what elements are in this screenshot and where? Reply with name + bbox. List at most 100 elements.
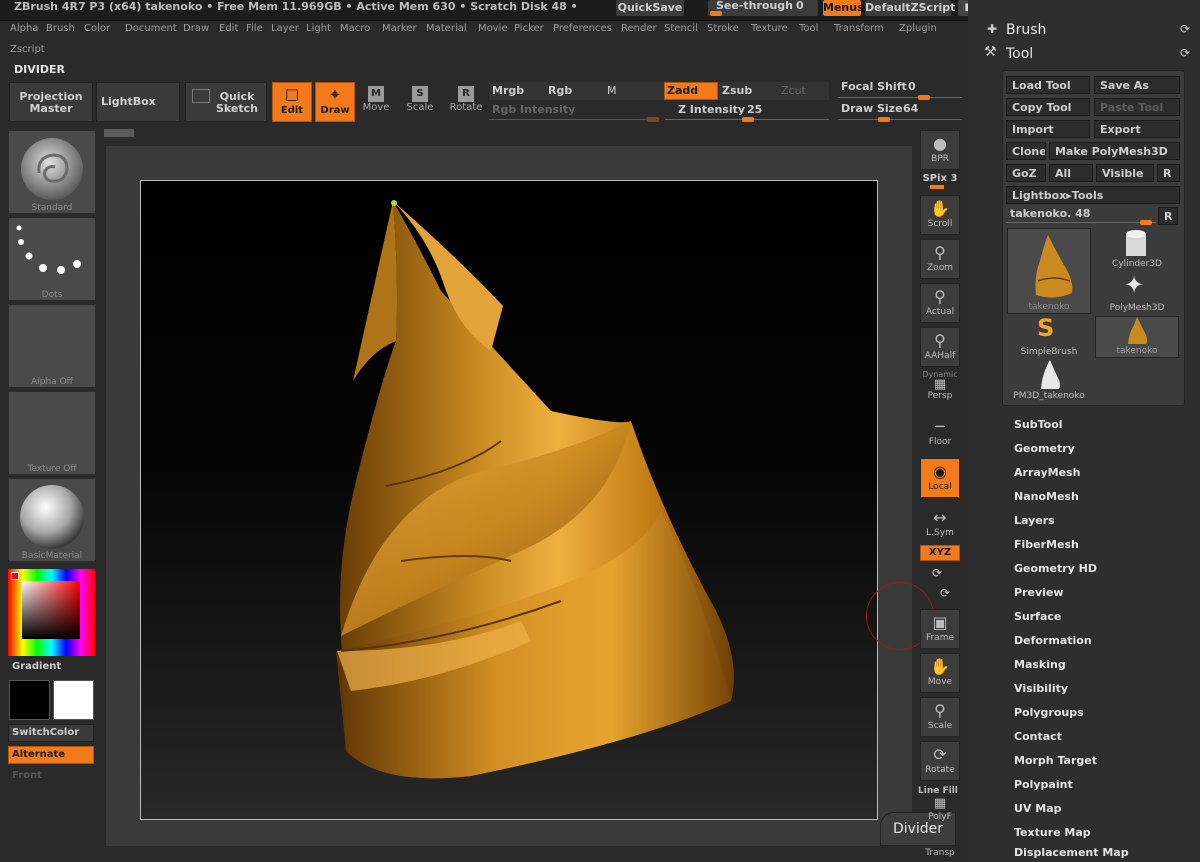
clone-button[interactable]: Clone: [1006, 142, 1046, 160]
gradient-label[interactable]: Gradient: [12, 661, 61, 672]
menu-render[interactable]: Render: [621, 20, 657, 38]
goz-r-button[interactable]: R: [1157, 164, 1180, 182]
submenu-uv-map[interactable]: UV Map: [1014, 802, 1062, 815]
lsym-button[interactable]: ↔ L.Sym: [920, 505, 960, 545]
menu-file[interactable]: File: [246, 20, 263, 38]
material-selector[interactable]: BasicMaterial: [8, 478, 96, 562]
stroke-selector[interactable]: Dots: [8, 217, 96, 301]
draw-size-track[interactable]: [838, 119, 962, 120]
submenu-texture-map[interactable]: Texture Map: [1014, 826, 1091, 839]
local-button[interactable]: ◉ Local: [920, 458, 960, 498]
quick-sketch-button[interactable]: Quick Sketch: [185, 82, 267, 122]
submenu-displacement-map[interactable]: Displacement Map: [1014, 846, 1129, 859]
viewport-tab-handle[interactable]: [104, 129, 134, 137]
lightbox-tools-button[interactable]: Lightbox▸Tools: [1006, 186, 1180, 204]
tool-thumb-cylinder[interactable]: Cylinder3D: [1096, 228, 1178, 270]
color-picker[interactable]: [8, 569, 95, 656]
submenu-geometry-hd[interactable]: Geometry HD: [1014, 562, 1097, 575]
zoom-button[interactable]: ⚲ Zoom: [920, 239, 960, 279]
document-canvas[interactable]: [140, 180, 878, 820]
submenu-nanomesh[interactable]: NanoMesh: [1014, 490, 1079, 503]
zcut-button[interactable]: Zcut: [781, 84, 806, 97]
submenu-layers[interactable]: Layers: [1014, 514, 1055, 527]
spix-knob[interactable]: [930, 185, 944, 189]
spix-slider[interactable]: SPix 3: [920, 173, 960, 189]
goz-visible-button[interactable]: Visible: [1096, 164, 1154, 182]
menu-transform[interactable]: Transform: [834, 20, 884, 38]
secondary-color-swatch[interactable]: [53, 680, 94, 720]
submenu-geometry[interactable]: Geometry: [1014, 442, 1075, 455]
menu-zplugin[interactable]: Zplugin: [899, 20, 937, 38]
draw-button[interactable]: ⌖ Draw: [315, 82, 355, 122]
scale-view-button[interactable]: ⚲ Scale: [920, 697, 960, 737]
tool-palette-header[interactable]: Tool: [1006, 46, 1033, 62]
rotate-y-icon[interactable]: ⟳: [932, 566, 942, 580]
persp-button[interactable]: Dynamic ▦ Persp: [920, 370, 960, 410]
see-through-slider[interactable]: See-through 0: [708, 0, 818, 16]
goz-all-button[interactable]: All: [1049, 164, 1093, 182]
alternate-button[interactable]: Alternate: [8, 746, 94, 764]
focal-shift-track[interactable]: [838, 97, 962, 98]
floor-button[interactable]: ─ Floor: [920, 414, 960, 454]
refresh-icon[interactable]: ⟳: [1180, 22, 1190, 36]
menu-material[interactable]: Material: [426, 20, 467, 38]
menu-zscript[interactable]: Zscript: [10, 44, 45, 55]
bpr-button[interactable]: ● BPR: [920, 130, 960, 170]
menu-brush[interactable]: Brush: [46, 20, 75, 38]
rgb-button[interactable]: Rgb: [548, 84, 572, 97]
menu-movie[interactable]: Movie: [478, 20, 508, 38]
copy-tool-button[interactable]: Copy Tool: [1006, 98, 1090, 116]
projection-master-button[interactable]: Projection Master: [9, 82, 93, 122]
menus-button[interactable]: Menus: [823, 0, 864, 16]
color-cursor[interactable]: [11, 572, 19, 580]
menu-layer[interactable]: Layer: [271, 20, 299, 38]
move-view-button[interactable]: ✋ Move: [920, 653, 960, 693]
menu-light[interactable]: Light: [306, 20, 331, 38]
save-as-button[interactable]: Save As: [1094, 76, 1180, 94]
draw-size-knob[interactable]: [878, 117, 890, 122]
menu-texture[interactable]: Texture: [751, 20, 788, 38]
menu-picker[interactable]: Picker: [514, 20, 544, 38]
menu-alpha[interactable]: Alpha: [10, 20, 38, 38]
current-tool-r-button[interactable]: R: [1158, 207, 1178, 225]
polyf-button[interactable]: ▦ PolyF: [920, 796, 960, 822]
tool-thumb-simplebrush[interactable]: S SimpleBrush: [1007, 314, 1091, 358]
submenu-visibility[interactable]: Visibility: [1014, 682, 1068, 695]
scroll-button[interactable]: ✋ Scroll: [920, 195, 960, 235]
tool-thumb-pm3d[interactable]: PM3D_takenoko: [1007, 360, 1091, 402]
menu-color[interactable]: Color: [84, 20, 110, 38]
menu-tool[interactable]: Tool: [799, 20, 818, 38]
make-polymesh-button[interactable]: Make PolyMesh3D: [1049, 142, 1180, 160]
submenu-contact[interactable]: Contact: [1014, 730, 1062, 743]
rotate-button[interactable]: R Rotate: [448, 86, 484, 113]
rgb-intensity-track[interactable]: [489, 119, 659, 120]
submenu-masking[interactable]: Masking: [1014, 658, 1066, 671]
submenu-arraymesh[interactable]: ArrayMesh: [1014, 466, 1080, 479]
edit-button[interactable]: □ Edit: [272, 82, 312, 122]
m-button[interactable]: M: [607, 84, 617, 97]
current-tool-slider[interactable]: takenoko. 48: [1006, 207, 1156, 225]
frame-button[interactable]: ▣ Frame: [920, 609, 960, 649]
menu-stencil[interactable]: Stencil: [664, 20, 698, 38]
paste-tool-button[interactable]: Paste Tool: [1094, 98, 1180, 116]
menu-edit[interactable]: Edit: [219, 20, 238, 38]
load-tool-button[interactable]: Load Tool: [1006, 76, 1090, 94]
default-zscript-button[interactable]: DefaultZScript: [865, 0, 955, 16]
tool-thumb-takenoko-small[interactable]: takenoko: [1095, 316, 1179, 358]
main-color-swatch[interactable]: [9, 680, 50, 720]
aahalf-button[interactable]: ⚲ AAHalf: [920, 327, 960, 367]
menu-preferences[interactable]: Preferences: [553, 20, 612, 38]
export-button[interactable]: Export: [1094, 120, 1180, 138]
zadd-button[interactable]: Zadd: [664, 82, 718, 100]
scale-button[interactable]: S Scale: [404, 86, 436, 113]
move-button[interactable]: M Move: [360, 86, 392, 113]
brush-drag-icon[interactable]: ✚: [987, 22, 997, 36]
texture-selector[interactable]: Texture Off: [8, 391, 96, 475]
submenu-preview[interactable]: Preview: [1014, 586, 1064, 599]
see-through-knob[interactable]: [710, 11, 722, 16]
alpha-selector[interactable]: Alpha Off: [8, 304, 96, 388]
menu-marker[interactable]: Marker: [382, 20, 417, 38]
tool-thumb-takenoko[interactable]: takenoko: [1007, 228, 1091, 314]
xyz-button[interactable]: XYZ: [920, 545, 960, 561]
brush-selector[interactable]: Standard: [8, 130, 96, 214]
